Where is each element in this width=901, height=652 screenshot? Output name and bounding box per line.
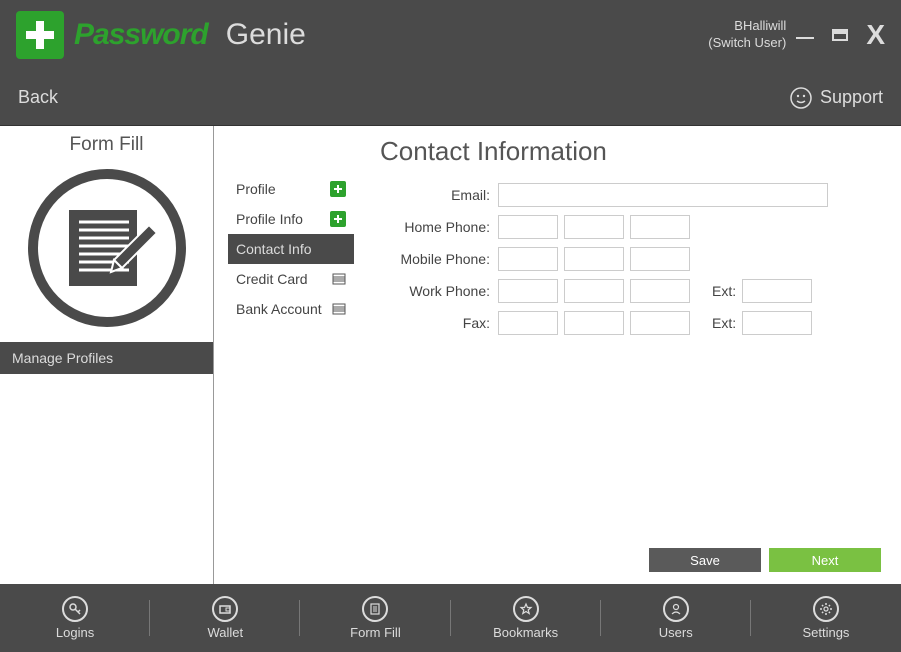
username: BHalliwill — [708, 18, 786, 35]
work-phone-field-1[interactable] — [498, 279, 558, 303]
button-row: Save Next — [649, 548, 881, 572]
switch-user-link[interactable]: (Switch User) — [708, 35, 786, 52]
bottombar-item-form-fill[interactable]: Form Fill — [300, 584, 450, 652]
form-fill-icon — [0, 162, 213, 342]
next-button[interactable]: Next — [769, 548, 881, 572]
mobile-phone-label: Mobile Phone: — [380, 251, 498, 267]
brand-genie: Genie — [226, 18, 306, 52]
subnav-item-profile-info[interactable]: Profile Info — [228, 204, 354, 234]
subnav-item-profile[interactable]: Profile — [228, 174, 354, 204]
close-button[interactable]: X — [866, 21, 885, 49]
bottombar-item-users[interactable]: Users — [601, 584, 751, 652]
fax-ext-field[interactable] — [742, 311, 812, 335]
manage-profiles-button[interactable]: Manage Profiles — [0, 342, 213, 374]
subnav-label: Credit Card — [236, 271, 308, 287]
user-icon — [663, 596, 689, 622]
gear-icon — [813, 596, 839, 622]
subnav-label: Profile — [236, 181, 276, 197]
home-phone-label: Home Phone: — [380, 219, 498, 235]
form-icon — [362, 596, 388, 622]
star-icon — [513, 596, 539, 622]
work-ext-label: Ext: — [712, 283, 736, 299]
fax-field-3[interactable] — [630, 311, 690, 335]
save-button[interactable]: Save — [649, 548, 761, 572]
home-phone-field-3[interactable] — [630, 215, 690, 239]
subnav-item-bank-account[interactable]: Bank Account — [228, 294, 354, 324]
fax-ext-label: Ext: — [712, 315, 736, 331]
home-phone-field-2[interactable] — [564, 215, 624, 239]
form-title: Contact Information — [380, 136, 881, 167]
fax-label: Fax: — [380, 315, 498, 331]
plus-icon — [330, 181, 346, 197]
brand-password: Password — [74, 18, 208, 52]
email-label: Email: — [380, 187, 498, 203]
wallet-icon — [212, 596, 238, 622]
mobile-phone-field-3[interactable] — [630, 247, 690, 271]
window-controls: X — [796, 21, 885, 49]
user-info: BHalliwill (Switch User) — [708, 18, 786, 52]
app-window: Password Genie BHalliwill (Switch User) … — [0, 0, 901, 652]
bottombar-item-bookmarks[interactable]: Bookmarks — [451, 584, 601, 652]
subnav-label: Profile Info — [236, 211, 303, 227]
card-icon — [332, 302, 346, 316]
content: Form Fill Manage Profiles — [0, 126, 901, 584]
subnav: Profile Profile Info Contact Info Credit… — [214, 126, 360, 584]
bottombar: Logins Wallet Form Fill Bookmarks Users … — [0, 584, 901, 652]
subnav-item-credit-card[interactable]: Credit Card — [228, 264, 354, 294]
work-phone-field-2[interactable] — [564, 279, 624, 303]
minimize-button[interactable] — [796, 37, 814, 39]
subnav-label: Bank Account — [236, 301, 322, 317]
work-phone-field-3[interactable] — [630, 279, 690, 303]
key-icon — [62, 596, 88, 622]
maximize-button[interactable] — [832, 29, 848, 41]
bottombar-item-logins[interactable]: Logins — [0, 584, 150, 652]
fax-field-1[interactable] — [498, 311, 558, 335]
plus-icon — [16, 11, 64, 59]
plus-icon — [330, 211, 346, 227]
card-icon — [332, 272, 346, 286]
work-ext-field[interactable] — [742, 279, 812, 303]
mobile-phone-field-2[interactable] — [564, 247, 624, 271]
sidebar: Form Fill Manage Profiles — [0, 126, 214, 584]
form-area: Contact Information Email: Home Phone: M… — [360, 126, 901, 584]
support-button[interactable]: Support — [790, 87, 883, 109]
bottombar-label: Bookmarks — [493, 625, 558, 640]
bottombar-label: Logins — [56, 625, 94, 640]
home-phone-field-1[interactable] — [498, 215, 558, 239]
mobile-phone-field-1[interactable] — [498, 247, 558, 271]
sidebar-title: Form Fill — [0, 126, 213, 162]
email-field[interactable] — [498, 183, 828, 207]
fax-field-2[interactable] — [564, 311, 624, 335]
bottombar-item-wallet[interactable]: Wallet — [150, 584, 300, 652]
bottombar-item-settings[interactable]: Settings — [751, 584, 901, 652]
logo: Password Genie — [16, 11, 306, 59]
subnav-item-contact-info[interactable]: Contact Info — [228, 234, 354, 264]
support-icon — [790, 87, 812, 109]
navbar: Back Support — [0, 70, 901, 126]
titlebar: Password Genie BHalliwill (Switch User) … — [0, 0, 901, 70]
bottombar-label: Users — [659, 625, 693, 640]
support-label: Support — [820, 87, 883, 108]
bottombar-label: Form Fill — [350, 625, 401, 640]
subnav-label: Contact Info — [236, 241, 312, 257]
back-button[interactable]: Back — [18, 87, 58, 108]
bottombar-label: Settings — [802, 625, 849, 640]
bottombar-label: Wallet — [207, 625, 243, 640]
work-phone-label: Work Phone: — [380, 283, 498, 299]
